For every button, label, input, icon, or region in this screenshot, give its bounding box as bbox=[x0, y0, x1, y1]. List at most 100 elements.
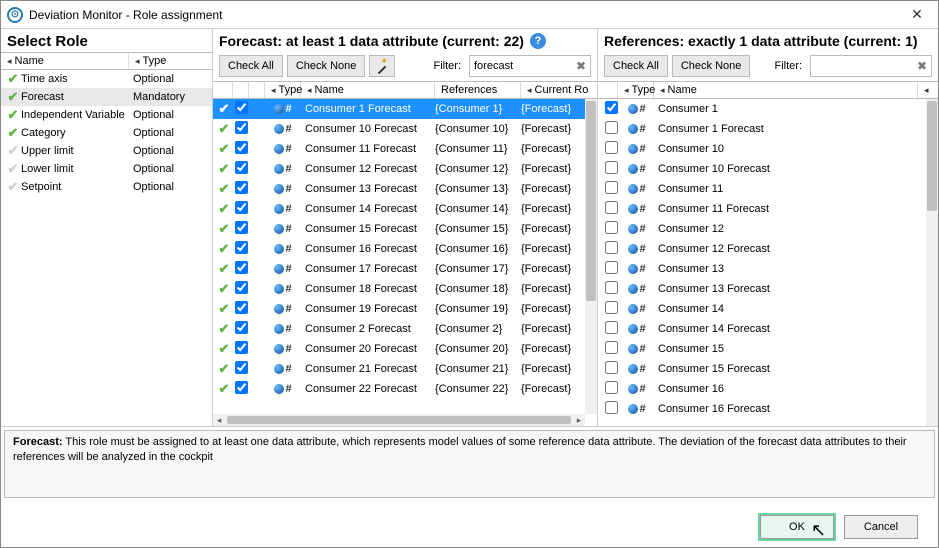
row-checkbox[interactable] bbox=[235, 241, 248, 254]
help-icon[interactable]: ? bbox=[530, 33, 546, 49]
row-checkbox[interactable] bbox=[235, 161, 248, 174]
ref-check-none-button[interactable]: Check None bbox=[672, 55, 751, 77]
row-checkbox[interactable] bbox=[235, 141, 248, 154]
row-checkbox[interactable] bbox=[605, 141, 618, 154]
row-checkbox[interactable] bbox=[235, 101, 248, 114]
filter-input[interactable] bbox=[474, 60, 574, 72]
role-row[interactable]: ✔ Forecast Mandatory bbox=[1, 88, 212, 106]
row-name: Consumer 12 Forecast bbox=[301, 163, 435, 175]
row-checkbox[interactable] bbox=[605, 201, 618, 214]
ref-col-type[interactable]: Type bbox=[618, 82, 654, 98]
ref-clear-filter-icon[interactable]: ✖ bbox=[915, 59, 929, 73]
table-row[interactable]: ✔ # Consumer 14 Forecast {Consumer 14} {… bbox=[213, 199, 585, 219]
table-row[interactable]: # Consumer 11 bbox=[598, 179, 926, 199]
row-checkbox[interactable] bbox=[605, 101, 618, 114]
role-row[interactable]: ✔ Lower limit Optional bbox=[1, 160, 212, 178]
table-row[interactable]: ✔ # Consumer 22 Forecast {Consumer 22} {… bbox=[213, 379, 585, 399]
row-current-role: {Forecast} bbox=[521, 163, 585, 175]
row-references: {Consumer 16} bbox=[435, 243, 521, 255]
table-row[interactable]: # Consumer 14 Forecast bbox=[598, 319, 926, 339]
row-checkbox[interactable] bbox=[605, 261, 618, 274]
table-row[interactable]: ✔ # Consumer 15 Forecast {Consumer 15} {… bbox=[213, 219, 585, 239]
row-checkbox[interactable] bbox=[235, 321, 248, 334]
row-checkbox[interactable] bbox=[605, 281, 618, 294]
ok-button[interactable]: OK ↖ bbox=[760, 515, 834, 539]
role-row[interactable]: ✔ Time axis Optional bbox=[1, 70, 212, 88]
ref-filter-label: Filter: bbox=[775, 60, 803, 72]
table-row[interactable]: ✔ # Consumer 19 Forecast {Consumer 19} {… bbox=[213, 299, 585, 319]
role-row[interactable]: ✔ Setpoint Optional bbox=[1, 178, 212, 196]
table-row[interactable]: # Consumer 1 bbox=[598, 99, 926, 119]
table-row[interactable]: ✔ # Consumer 17 Forecast {Consumer 17} {… bbox=[213, 259, 585, 279]
role-row[interactable]: ✔ Category Optional bbox=[1, 124, 212, 142]
ref-filter-input[interactable] bbox=[815, 60, 915, 72]
row-checkbox[interactable] bbox=[605, 341, 618, 354]
row-checkbox[interactable] bbox=[605, 401, 618, 414]
col-name[interactable]: Name bbox=[301, 82, 435, 98]
table-row[interactable]: ✔ # Consumer 11 Forecast {Consumer 11} {… bbox=[213, 139, 585, 159]
row-checkbox[interactable] bbox=[605, 241, 618, 254]
row-checkbox[interactable] bbox=[235, 221, 248, 234]
row-checkbox[interactable] bbox=[605, 161, 618, 174]
references-vscroll[interactable] bbox=[926, 99, 938, 426]
row-checkbox[interactable] bbox=[235, 261, 248, 274]
table-row[interactable]: ✔ # Consumer 12 Forecast {Consumer 12} {… bbox=[213, 159, 585, 179]
check-icon: ✔ bbox=[5, 71, 21, 87]
role-row[interactable]: ✔ Upper limit Optional bbox=[1, 142, 212, 160]
roles-col-name[interactable]: Name bbox=[1, 53, 129, 69]
row-checkbox[interactable] bbox=[605, 321, 618, 334]
row-checkbox[interactable] bbox=[235, 121, 248, 134]
table-row[interactable]: ✔ # Consumer 2 Forecast {Consumer 2} {Fo… bbox=[213, 319, 585, 339]
table-row[interactable]: # Consumer 15 bbox=[598, 339, 926, 359]
table-row[interactable]: # Consumer 15 Forecast bbox=[598, 359, 926, 379]
forecast-vscroll[interactable] bbox=[585, 99, 597, 414]
col-current-role[interactable]: Current Ro bbox=[521, 82, 597, 98]
ref-check-all-button[interactable]: Check All bbox=[604, 55, 668, 77]
clear-filter-icon[interactable]: ✖ bbox=[574, 59, 588, 73]
row-references: {Consumer 18} bbox=[435, 283, 521, 295]
table-row[interactable]: # Consumer 11 Forecast bbox=[598, 199, 926, 219]
table-row[interactable]: ✔ # Consumer 21 Forecast {Consumer 21} {… bbox=[213, 359, 585, 379]
col-references[interactable]: References bbox=[435, 82, 521, 98]
row-checkbox[interactable] bbox=[605, 361, 618, 374]
ref-col-name[interactable]: Name bbox=[654, 82, 918, 98]
check-all-button[interactable]: Check All bbox=[219, 55, 283, 77]
row-checkbox[interactable] bbox=[605, 381, 618, 394]
table-row[interactable]: # Consumer 10 Forecast bbox=[598, 159, 926, 179]
table-row[interactable]: # Consumer 14 bbox=[598, 299, 926, 319]
row-checkbox[interactable] bbox=[605, 181, 618, 194]
roles-col-type[interactable]: Type bbox=[129, 53, 212, 69]
row-checkbox[interactable] bbox=[235, 201, 248, 214]
table-row[interactable]: # Consumer 16 bbox=[598, 379, 926, 399]
row-checkbox[interactable] bbox=[235, 181, 248, 194]
table-row[interactable]: # Consumer 13 bbox=[598, 259, 926, 279]
row-checkbox[interactable] bbox=[235, 361, 248, 374]
forecast-hscroll[interactable]: ◂▸ bbox=[213, 414, 585, 426]
row-checkbox[interactable] bbox=[605, 221, 618, 234]
row-name: Consumer 13 Forecast bbox=[301, 183, 435, 195]
row-checkbox[interactable] bbox=[235, 381, 248, 394]
auto-assign-button[interactable] bbox=[369, 55, 395, 77]
table-row[interactable]: # Consumer 12 Forecast bbox=[598, 239, 926, 259]
table-row[interactable]: # Consumer 1 Forecast bbox=[598, 119, 926, 139]
table-row[interactable]: ✔ # Consumer 20 Forecast {Consumer 20} {… bbox=[213, 339, 585, 359]
close-button[interactable]: ✕ bbox=[902, 5, 932, 25]
role-row[interactable]: ✔ Independent Variable Optional bbox=[1, 106, 212, 124]
col-type[interactable]: Type bbox=[265, 82, 301, 98]
check-none-button[interactable]: Check None bbox=[287, 55, 366, 77]
table-row[interactable]: # Consumer 16 Forecast bbox=[598, 399, 926, 419]
table-row[interactable]: # Consumer 13 Forecast bbox=[598, 279, 926, 299]
cancel-button[interactable]: Cancel bbox=[844, 515, 918, 539]
table-row[interactable]: ✔ # Consumer 13 Forecast {Consumer 13} {… bbox=[213, 179, 585, 199]
row-checkbox[interactable] bbox=[235, 341, 248, 354]
row-checkbox[interactable] bbox=[605, 301, 618, 314]
table-row[interactable]: ✔ # Consumer 16 Forecast {Consumer 16} {… bbox=[213, 239, 585, 259]
table-row[interactable]: # Consumer 10 bbox=[598, 139, 926, 159]
table-row[interactable]: # Consumer 12 bbox=[598, 219, 926, 239]
table-row[interactable]: ✔ # Consumer 18 Forecast {Consumer 18} {… bbox=[213, 279, 585, 299]
row-checkbox[interactable] bbox=[605, 121, 618, 134]
table-row[interactable]: ✔ # Consumer 1 Forecast {Consumer 1} {Fo… bbox=[213, 99, 585, 119]
row-checkbox[interactable] bbox=[235, 301, 248, 314]
row-checkbox[interactable] bbox=[235, 281, 248, 294]
table-row[interactable]: ✔ # Consumer 10 Forecast {Consumer 10} {… bbox=[213, 119, 585, 139]
